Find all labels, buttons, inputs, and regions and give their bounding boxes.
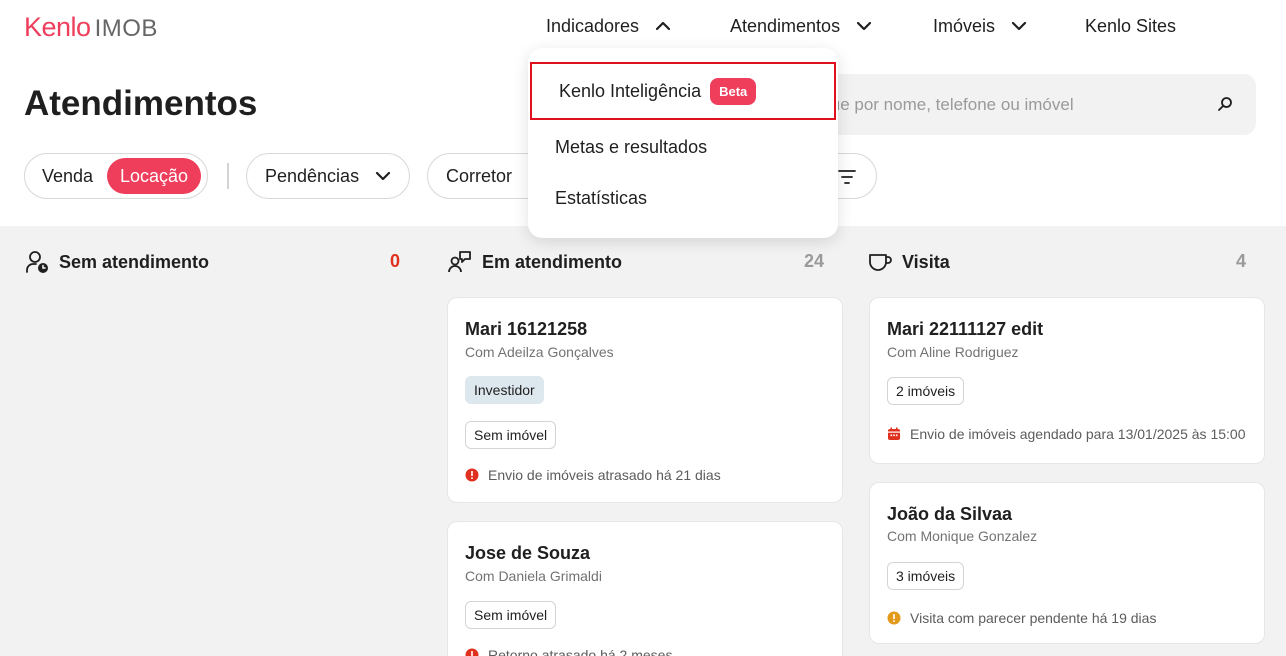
chevron-up-icon	[655, 21, 671, 31]
indicadores-dropdown: Kenlo Inteligência Beta Metas e resultad…	[528, 48, 838, 238]
nav-atendimentos[interactable]: Atendimentos	[730, 14, 874, 38]
profile-tag: Investidor	[465, 376, 544, 404]
search-icon[interactable]	[1216, 95, 1234, 113]
lead-card[interactable]: Mari 16121258 Com Adeilza Gonçalves Inve…	[447, 297, 843, 503]
coffee-cup-icon	[869, 254, 892, 271]
chevron-down-icon	[1011, 21, 1027, 31]
lead-agent: Com Daniela Grimaldi	[465, 568, 602, 584]
nav-imoveis-label: Imóveis	[933, 15, 996, 36]
menu-item-label: Kenlo Inteligência	[559, 80, 702, 101]
alert-text: Retorno atrasado há 2 meses	[488, 647, 673, 656]
nav-indicadores-label: Indicadores	[546, 15, 640, 36]
lead-alert: Visita com parecer pendente há 19 dias	[887, 610, 1156, 626]
property-tag: 3 imóveis	[887, 562, 965, 590]
lead-agent: Com Aline Rodriguez	[887, 344, 1019, 360]
lead-name: Mari 16121258	[465, 319, 588, 339]
filter-icon	[838, 170, 856, 184]
calendar-icon	[888, 427, 900, 440]
lead-card[interactable]: Mari 22111127 edit Com Aline Rodriguez 2…	[869, 297, 1265, 464]
logo-product: IMOB	[94, 15, 158, 42]
property-tag: 2 imóveis	[887, 377, 965, 405]
column-count: 4	[1236, 251, 1247, 271]
column-header-sem-atendimento: Sem atendimento	[24, 248, 209, 276]
column-header-visita: Visita	[867, 248, 950, 276]
segment-control: Venda Locação	[24, 153, 208, 199]
lead-agent: Com Monique Gonzalez	[887, 528, 1038, 544]
beta-badge: Beta	[710, 77, 757, 105]
menu-item-estatisticas[interactable]: Estatísticas	[528, 169, 838, 227]
alert-text: Envio de imóveis atrasado há 21 dias	[488, 467, 721, 483]
lead-name: Mari 22111127 edit	[887, 319, 1044, 339]
lead-card[interactable]: Jose de Souza Com Daniela Grimaldi Sem i…	[447, 521, 843, 656]
alert-circle-icon	[465, 468, 479, 482]
nav-imoveis[interactable]: Imóveis	[933, 14, 1029, 38]
menu-item-metas-resultados[interactable]: Metas e resultados	[528, 118, 838, 176]
menu-item-label: Estatísticas	[555, 187, 648, 208]
nav-atendimentos-label: Atendimentos	[730, 15, 841, 36]
segment-venda[interactable]: Venda	[29, 158, 106, 194]
lead-name: Jose de Souza	[465, 543, 591, 563]
property-tag: Sem imóvel	[465, 421, 557, 449]
page-title: Atendimentos	[24, 84, 258, 123]
chevron-down-icon	[856, 21, 872, 31]
lead-agent: Com Adeilza Gonçalves	[465, 344, 614, 360]
alert-circle-icon	[887, 611, 901, 625]
user-clock-icon	[26, 251, 48, 273]
column-title: Visita	[902, 251, 950, 272]
alert-text: Visita com parecer pendente há 19 dias	[910, 610, 1157, 626]
chevron-down-icon	[375, 171, 391, 181]
column-title: Sem atendimento	[59, 251, 210, 272]
nav-kenlo-sites-label: Kenlo Sites	[1085, 15, 1177, 36]
pendencias-label: Pendências	[265, 165, 360, 186]
corretor-label: Corretor	[446, 165, 513, 186]
search-box	[780, 74, 1256, 135]
search-input[interactable]	[792, 74, 1212, 135]
users-chat-icon	[448, 251, 471, 273]
alert-text: Envio de imóveis agendado para 13/01/202…	[910, 426, 1246, 442]
pendencias-filter[interactable]: Pendências	[246, 153, 410, 199]
kenlo-imob-logo[interactable]: Kenlo IMOB	[24, 12, 158, 42]
filter-divider	[227, 163, 229, 189]
lead-alert: Envio de imóveis atrasado há 21 dias	[465, 467, 721, 483]
column-count: 24	[804, 251, 825, 271]
column-header-em-atendimento: Em atendimento	[447, 248, 622, 276]
alert-circle-icon	[465, 648, 479, 656]
lead-alert: Retorno atrasado há 2 meses	[465, 647, 672, 656]
nav-indicadores[interactable]: Indicadores	[546, 14, 673, 38]
lead-card[interactable]: João da Silvaa Com Monique Gonzalez 3 im…	[869, 482, 1265, 644]
logo-brand: Kenlo	[24, 12, 91, 42]
menu-item-kenlo-inteligencia[interactable]: Kenlo Inteligência Beta	[530, 62, 836, 120]
column-count: 0	[390, 251, 401, 271]
nav-kenlo-sites[interactable]: Kenlo Sites	[1085, 14, 1176, 38]
column-title: Em atendimento	[482, 251, 623, 272]
property-tag: Sem imóvel	[465, 601, 557, 629]
lead-alert: Envio de imóveis agendado para 13/01/202…	[887, 426, 1245, 442]
lead-name: João da Silvaa	[887, 504, 1013, 524]
menu-item-label: Metas e resultados	[555, 136, 708, 157]
segment-locacao[interactable]: Locação	[107, 158, 202, 194]
